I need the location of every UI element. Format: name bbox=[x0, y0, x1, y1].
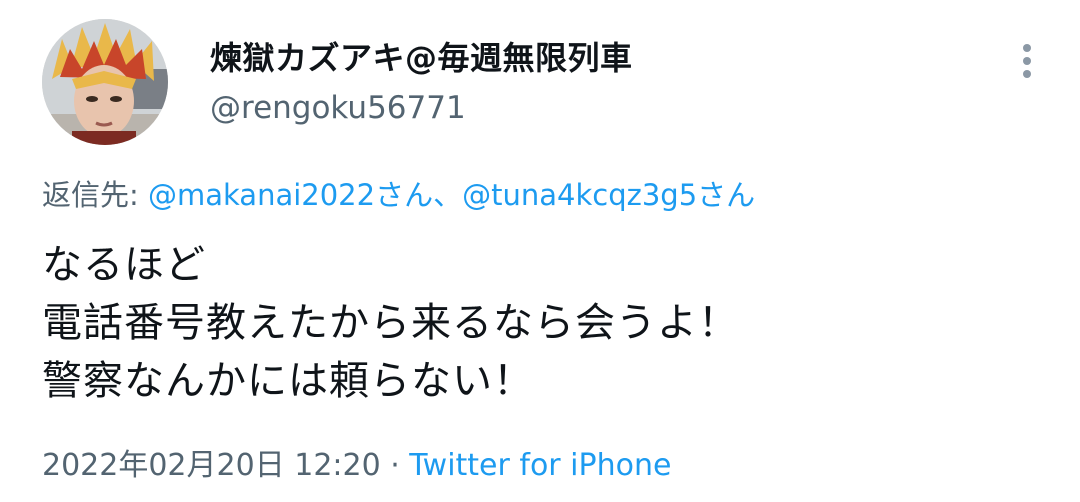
avatar[interactable] bbox=[42, 19, 168, 145]
mention-separator: 、 bbox=[433, 178, 463, 212]
tweet-text-line: 電話番号教えたから来るなら会うよ！ bbox=[42, 300, 739, 346]
replying-to: 返信先: @makanai2022さん、@tuna4kcqz3g5さん bbox=[42, 172, 755, 214]
user-handle[interactable]: @rengoku56771 bbox=[210, 90, 466, 126]
more-options-button[interactable] bbox=[1010, 38, 1046, 82]
mention-link-2[interactable]: @tuna4kcqz3g5さん bbox=[462, 178, 755, 212]
mention-link-1[interactable]: @makanai2022さん bbox=[148, 178, 433, 212]
avatar-image bbox=[42, 19, 168, 145]
tweet-text-line: 警察なんかには頼らない！ bbox=[42, 358, 534, 404]
source-label[interactable]: Twitter for iPhone bbox=[409, 448, 671, 483]
meta-separator: · bbox=[380, 448, 410, 483]
tweet-text-line: なるほど bbox=[42, 242, 206, 288]
tweet: 煉獄カズアキ@毎週無限列車 @rengoku56771 返信先: @makana… bbox=[0, 0, 1080, 502]
tweet-meta: 2022年02月20日 12:20 · Twitter for iPhone bbox=[42, 440, 671, 484]
display-name[interactable]: 煉獄カズアキ@毎週無限列車 bbox=[210, 33, 633, 79]
replying-to-label: 返信先: bbox=[42, 178, 148, 212]
timestamp[interactable]: 2022年02月20日 12:20 bbox=[42, 448, 381, 483]
tweet-text: なるほど 電話番号教えたから来るなら会うよ！ 警察なんかには頼らない！ bbox=[42, 236, 739, 410]
